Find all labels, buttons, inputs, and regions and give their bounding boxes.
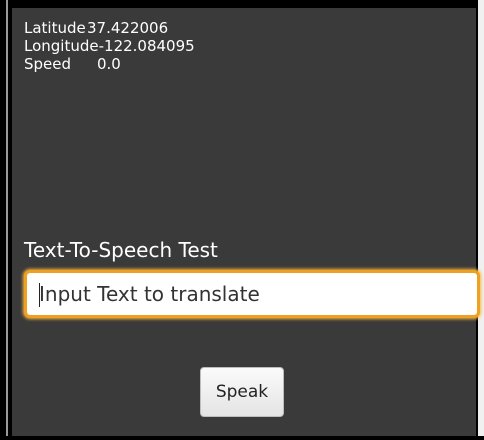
tts-title: Text-To-Speech Test	[24, 238, 218, 262]
latitude-label: Latitude	[24, 19, 86, 37]
frame-top	[0, 0, 484, 8]
frame-bottom	[0, 436, 484, 440]
latitude-row: Latitude 37.422006	[24, 19, 195, 37]
speak-button[interactable]: Speak	[200, 367, 284, 417]
latitude-value: 37.422006	[87, 19, 169, 37]
longitude-label: Longitude	[24, 37, 99, 55]
speed-value: 0.0	[97, 55, 121, 73]
frame-right	[478, 0, 484, 440]
longitude-row: Longitude -122.084095	[24, 37, 195, 55]
speed-label: Speed	[24, 55, 72, 73]
speed-row: Speed 0.0	[24, 55, 195, 73]
location-readout: Latitude 37.422006 Longitude -122.084095…	[24, 19, 195, 73]
frame-left-strip	[6, 0, 8, 440]
longitude-value: -122.084095	[98, 37, 195, 55]
text-cursor	[39, 283, 40, 307]
translate-text-input[interactable]	[24, 270, 480, 318]
app-screen: Latitude 37.422006 Longitude -122.084095…	[0, 0, 484, 440]
